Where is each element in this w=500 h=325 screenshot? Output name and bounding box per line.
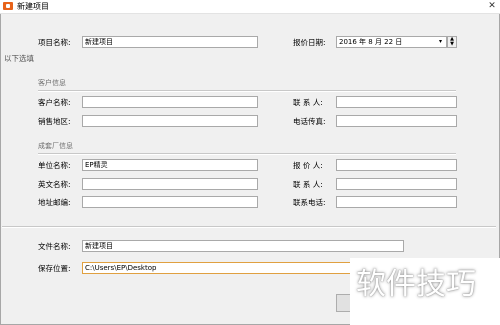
manufacturer-contact-label: 联 系 人:	[293, 180, 323, 189]
customer-name-input[interactable]	[82, 96, 258, 108]
english-name-input[interactable]	[82, 178, 258, 190]
window-title: 新建项目	[17, 2, 49, 11]
english-name-label: 英文名称:	[38, 180, 71, 189]
address-postcode-input[interactable]	[82, 196, 258, 208]
customer-contact-label: 联 系 人:	[293, 98, 323, 107]
stepper-down-icon[interactable]: ▼	[448, 42, 456, 47]
customer-name-label: 客户名称:	[38, 98, 71, 107]
file-name-label: 文件名称:	[38, 242, 71, 251]
contact-phone-label: 联系电话:	[293, 198, 326, 207]
watermark-text: 软件技巧	[356, 267, 476, 302]
unit-name-input[interactable]: EP精灵	[82, 159, 258, 171]
date-stepper[interactable]: ▲ ▼	[447, 36, 457, 48]
save-location-label: 保存位置:	[38, 264, 71, 273]
sales-region-label: 销售地区:	[38, 117, 71, 126]
phone-fax-label: 电话传真:	[293, 117, 326, 126]
quote-date-picker[interactable]: 2016 年 8 月 22 日	[336, 36, 447, 48]
project-name-input[interactable]: 新建项目	[82, 36, 258, 48]
manufacturer-divider	[38, 153, 456, 155]
project-name-label: 项目名称:	[38, 38, 71, 47]
address-postcode-label: 地址邮编:	[38, 198, 71, 207]
customer-divider	[38, 90, 456, 92]
date-dropdown-icon[interactable]: ▾	[436, 37, 445, 47]
unit-name-label: 单位名称:	[38, 161, 71, 170]
manufacturer-contact-input[interactable]	[336, 178, 457, 190]
sales-region-input[interactable]	[82, 115, 258, 127]
file-name-input[interactable]: 新建项目	[82, 240, 404, 252]
quote-date-value: 2016 年 8 月 22 日	[339, 38, 403, 46]
quoter-label: 报 价 人:	[293, 161, 323, 170]
quoter-input[interactable]	[336, 159, 457, 171]
close-icon[interactable]: ✕	[486, 0, 498, 12]
title-bar	[0, 0, 500, 14]
file-section-divider	[2, 226, 496, 228]
contact-phone-input[interactable]	[336, 196, 457, 208]
optional-section-label: 以下选填	[4, 54, 34, 63]
phone-fax-input[interactable]	[336, 115, 457, 127]
app-icon	[3, 2, 13, 10]
customer-contact-input[interactable]	[336, 96, 457, 108]
manufacturer-group-title: 成套厂信息	[38, 142, 73, 150]
quote-date-label: 报价日期:	[293, 38, 326, 47]
customer-group-title: 客户信息	[38, 79, 66, 87]
